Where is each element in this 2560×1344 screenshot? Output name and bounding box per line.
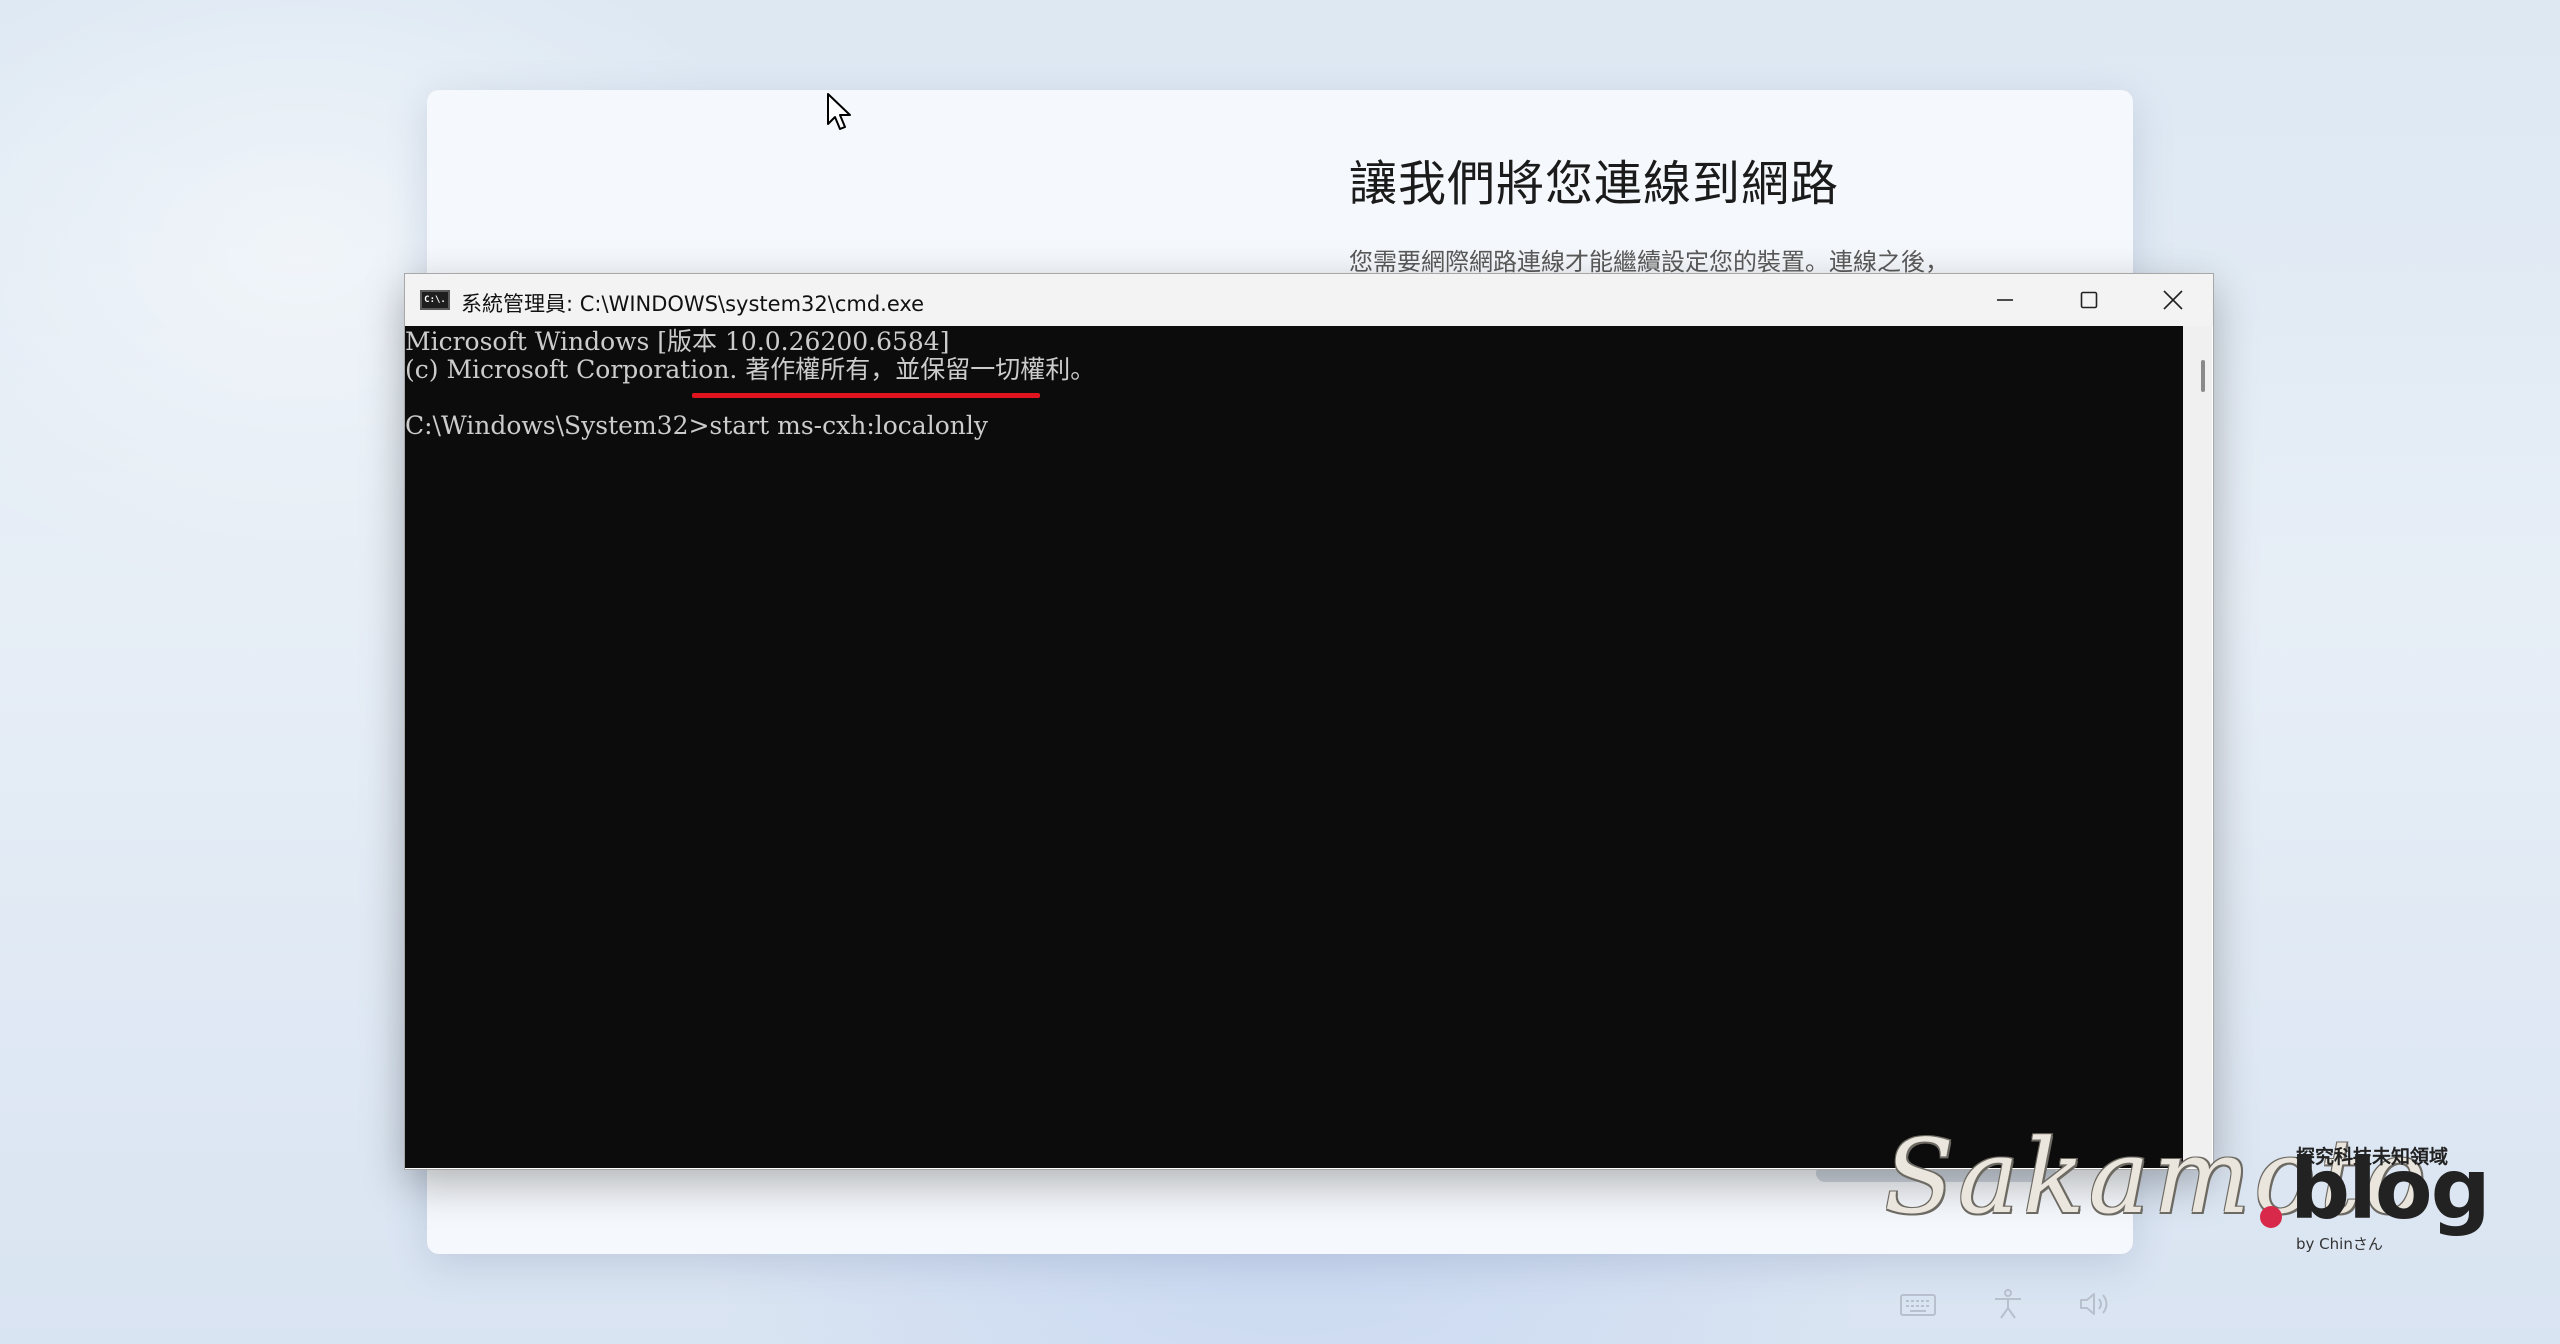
close-icon xyxy=(2163,290,2183,310)
console-output[interactable]: Microsoft Windows [版本 10.0.26200.6584] (… xyxy=(405,326,2183,1168)
console-copyright-line: (c) Microsoft Corporation. 著作權所有，並保留一切權利… xyxy=(405,355,1096,384)
keyboard-icon[interactable] xyxy=(1898,1288,1938,1320)
watermark-byline: by Chinさん xyxy=(2296,1235,2383,1253)
console-version-line: Microsoft Windows [版本 10.0.26200.6584] xyxy=(405,327,950,356)
vertical-scrollbar[interactable] xyxy=(2183,326,2212,1168)
command-underline-highlight xyxy=(692,393,1040,398)
minimize-button[interactable] xyxy=(1965,274,2045,326)
close-button[interactable] xyxy=(2133,274,2213,326)
setup-title: 讓我們將您連線到網路 xyxy=(1349,156,1840,212)
setup-description: 您需要網際網路連線才能繼續設定您的裝置。連線之後， xyxy=(1349,248,1949,276)
volume-icon[interactable] xyxy=(2076,1288,2116,1320)
minimize-icon xyxy=(1997,299,2013,301)
maximize-icon xyxy=(2080,291,2098,309)
scrollbar-thumb[interactable] xyxy=(2201,360,2205,392)
cmd-window[interactable]: C:\. 系統管理員: C:\WINDOWS\system32\cmd.exe … xyxy=(404,273,2214,1170)
watermark-dot xyxy=(2260,1206,2282,1228)
title-bar[interactable]: C:\. 系統管理員: C:\WINDOWS\system32\cmd.exe xyxy=(405,274,2213,326)
watermark-tagline: 探究科技未知領域 xyxy=(2296,1146,2449,1168)
console-command-line[interactable]: C:\Windows\System32>start ms-cxh:localon… xyxy=(405,412,988,440)
window-title: 系統管理員: C:\WINDOWS\system32\cmd.exe xyxy=(461,292,925,316)
cmd-app-icon: C:\. xyxy=(420,290,450,310)
mouse-pointer-icon xyxy=(827,93,851,130)
accessibility-icon[interactable] xyxy=(1988,1288,2028,1320)
maximize-button[interactable] xyxy=(2049,274,2129,326)
